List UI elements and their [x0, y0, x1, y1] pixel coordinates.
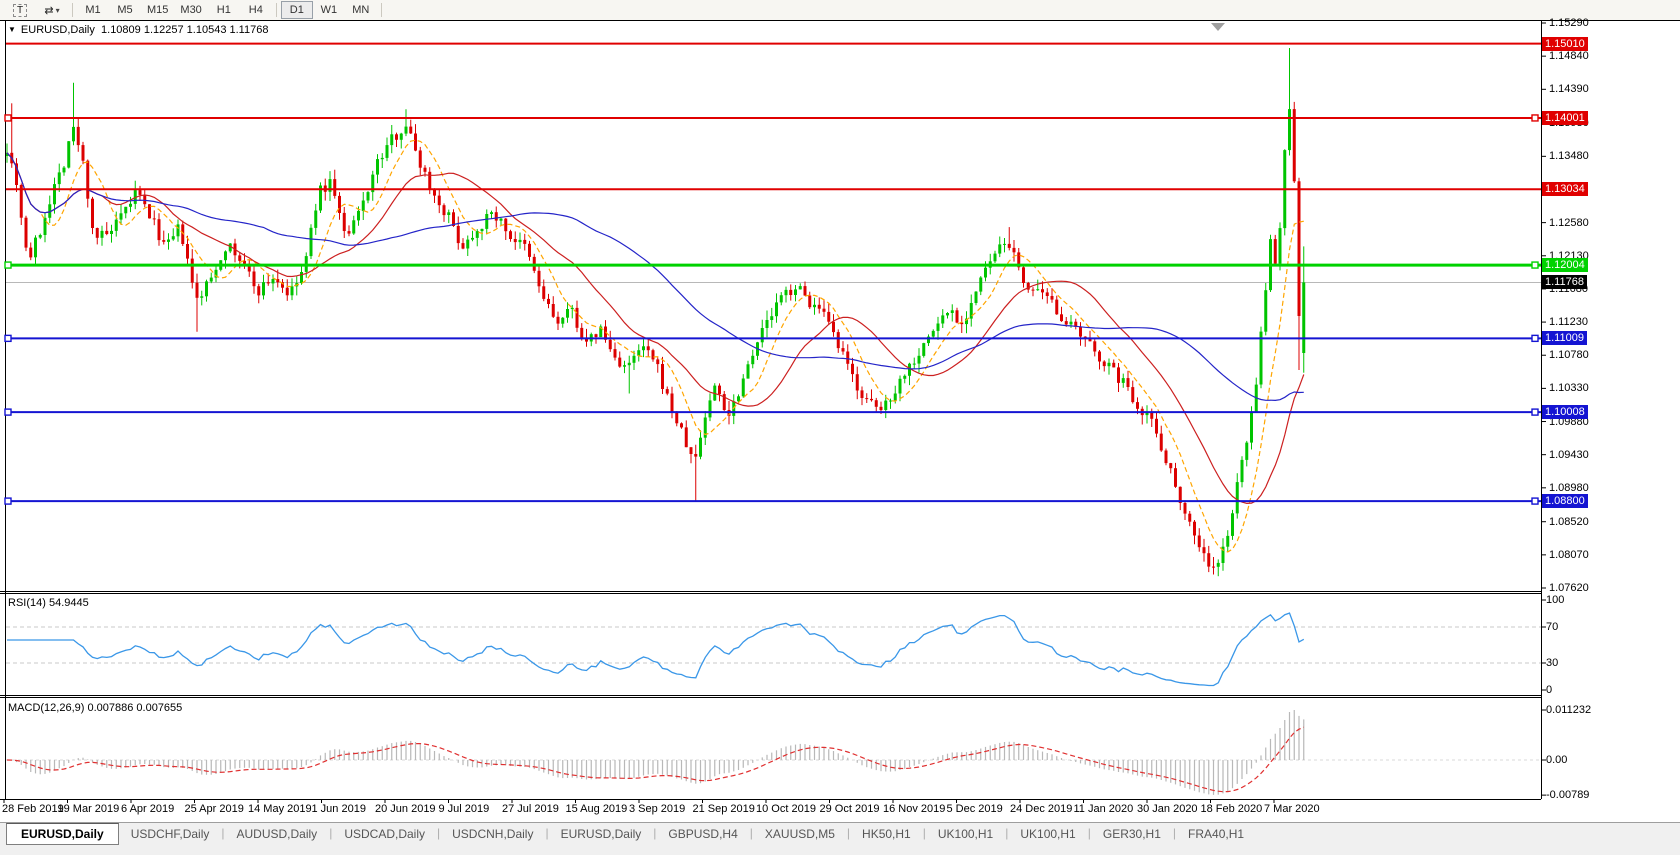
- rsi-line: [7, 613, 1304, 685]
- chart-tab-5[interactable]: EURUSD,Daily: [549, 823, 654, 844]
- chart-tab-9[interactable]: UK100,H1: [926, 823, 1005, 844]
- chart-tab-1[interactable]: USDCHF,Daily: [119, 823, 222, 844]
- hline-anchor-square[interactable]: [5, 409, 11, 415]
- moving-average-8: [7, 140, 1304, 552]
- macd-histogram: [7, 710, 1304, 795]
- hline-anchor-square[interactable]: [5, 262, 11, 268]
- hline-anchor-square[interactable]: [5, 115, 11, 121]
- chart-tab-8[interactable]: HK50,H1: [850, 823, 923, 844]
- hline-anchor-square[interactable]: [1532, 115, 1538, 121]
- chart-tab-12[interactable]: FRA40,H1: [1176, 823, 1256, 844]
- mt4-window: T ⇄ ▾ M1M5M15M30H1H4D1W1MN ▼EURUSD,Daily…: [0, 0, 1680, 855]
- chart-tab-2[interactable]: AUDUSD,Daily: [225, 823, 330, 844]
- candles-layer: [6, 48, 1306, 576]
- chart-tab-10[interactable]: UK100,H1: [1008, 823, 1087, 844]
- chart-tabs-bar: EURUSD,DailyUSDCHF,Daily|AUDUSD,Daily|US…: [0, 822, 1680, 855]
- hline-anchor-square[interactable]: [1532, 498, 1538, 504]
- hline-anchor-square[interactable]: [5, 498, 11, 504]
- macd-signal-line: [7, 727, 1304, 792]
- chart-tab-0[interactable]: EURUSD,Daily: [6, 823, 119, 845]
- chart-canvas[interactable]: [0, 0, 1680, 822]
- chart-tab-3[interactable]: USDCAD,Daily: [332, 823, 437, 844]
- hline-anchor-square[interactable]: [1532, 262, 1538, 268]
- chart-tab-6[interactable]: GBPUSD,H4: [656, 823, 749, 844]
- chart-tab-7[interactable]: XAUUSD,M5: [753, 823, 847, 844]
- hline-anchor-square[interactable]: [1532, 409, 1538, 415]
- hline-anchor-square[interactable]: [5, 335, 11, 341]
- chart-tab-4[interactable]: USDCNH,Daily: [440, 823, 545, 844]
- hline-anchor-square[interactable]: [1532, 335, 1538, 341]
- chart-tab-11[interactable]: GER30,H1: [1091, 823, 1173, 844]
- shift-marker-icon: [1211, 23, 1225, 31]
